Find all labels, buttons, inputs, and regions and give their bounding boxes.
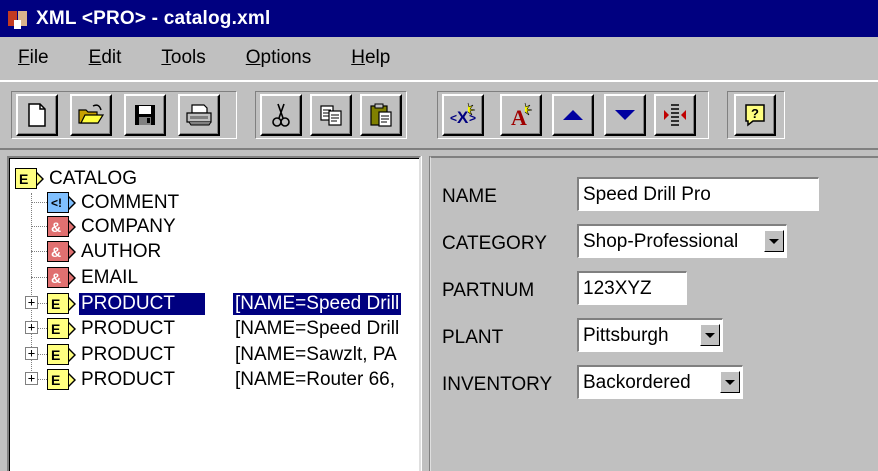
name-field[interactable]: Speed Drill Pro <box>577 177 819 211</box>
new-file-button[interactable] <box>16 94 58 136</box>
svg-text:X: X <box>457 108 469 127</box>
toolbar: < X > A ? <box>0 80 878 150</box>
add-attribute-button[interactable]: A <box>500 94 542 136</box>
tree-node-label: COMMENT <box>81 191 180 213</box>
sort-button[interactable] <box>654 94 696 136</box>
tree-node-label: PRODUCT <box>81 368 175 390</box>
app-icon[interactable] <box>6 6 32 32</box>
tree-node-attributes: [NAME=Router 66, <box>235 368 395 390</box>
tree-node-label: PRODUCT <box>79 292 205 315</box>
paste-icon <box>370 103 392 127</box>
move-up-icon <box>563 110 583 120</box>
tree-node-label: PRODUCT <box>81 343 175 365</box>
entity-icon: & <box>47 241 76 262</box>
attribute-panel: NAME Speed Drill Pro CATEGORY Shop-Profe… <box>430 156 878 471</box>
tree-node-product[interactable]: E PRODUCT [NAME=Sawzlt, PA <box>47 342 419 367</box>
tree-node-label: AUTHOR <box>81 240 162 262</box>
category-select[interactable]: Shop-Professional <box>577 224 787 258</box>
tree-node-attributes: [NAME=Speed Drill <box>233 292 402 315</box>
menu-tools[interactable]: Tools <box>161 47 205 69</box>
move-down-button[interactable] <box>604 94 646 136</box>
svg-text:A: A <box>511 105 527 129</box>
field-label-category: CATEGORY <box>442 233 547 254</box>
chevron-down-icon[interactable] <box>700 324 720 346</box>
tree-node-label: CATALOG <box>49 167 137 189</box>
add-attribute-icon: A <box>511 102 533 129</box>
element-icon: E <box>47 293 76 314</box>
menu-options[interactable]: Options <box>246 47 311 69</box>
tree-node-label: PRODUCT <box>81 317 175 339</box>
print-icon <box>186 104 212 126</box>
save-button[interactable] <box>124 94 166 136</box>
help-icon: ? <box>745 104 765 127</box>
tree-node-company[interactable]: & COMPANY <box>47 214 176 239</box>
field-label-name: NAME <box>442 186 497 207</box>
chevron-down-icon[interactable] <box>720 371 740 393</box>
open-folder-icon <box>78 104 105 124</box>
tree-node-catalog[interactable]: E CATALOG <box>15 166 137 191</box>
expand-toggle[interactable]: + <box>25 296 38 309</box>
add-element-icon: < X > <box>450 102 476 127</box>
tree-node-product[interactable]: E PRODUCT [NAME=Speed Drill <box>47 316 419 341</box>
sort-icon <box>664 104 686 126</box>
save-icon <box>135 105 155 125</box>
plant-select[interactable]: Pittsburgh <box>577 318 723 352</box>
menu-edit[interactable]: Edit <box>89 47 122 69</box>
element-icon: E <box>15 168 44 189</box>
tree-node-author[interactable]: & AUTHOR <box>47 239 161 264</box>
print-button[interactable] <box>178 94 220 136</box>
element-icon: E <box>47 369 76 390</box>
expand-toggle[interactable]: + <box>25 347 38 360</box>
open-button[interactable] <box>70 94 112 136</box>
tree-node-product[interactable]: E PRODUCT [NAME=Speed Drill <box>47 291 419 316</box>
field-label-plant: PLANT <box>442 327 504 348</box>
chevron-down-icon[interactable] <box>764 230 784 252</box>
tree-node-comment[interactable]: <! COMMENT <box>47 190 179 215</box>
title-bar: XML <PRO> - catalog.xml <box>0 0 878 37</box>
expand-toggle[interactable]: + <box>25 372 38 385</box>
tree-node-label: EMAIL <box>81 266 139 288</box>
tree-node-label: COMPANY <box>81 215 176 237</box>
entity-icon: & <box>47 216 76 237</box>
field-label-inventory: INVENTORY <box>442 374 553 395</box>
xml-tree[interactable]: E CATALOG <! COMMENT & COMPANY & AUTHOR … <box>7 156 421 471</box>
expand-toggle[interactable]: + <box>25 321 38 334</box>
svg-text:?: ? <box>751 106 759 121</box>
comment-icon: <! <box>47 192 76 213</box>
tree-node-attributes: [NAME=Speed Drill <box>235 317 400 339</box>
help-button[interactable]: ? <box>734 94 776 136</box>
entity-icon: & <box>47 267 76 288</box>
svg-text:<: < <box>450 111 457 125</box>
new-file-icon <box>28 103 46 127</box>
menu-help[interactable]: Help <box>351 47 390 69</box>
tree-node-attributes: [NAME=Sawzlt, PA <box>235 343 397 365</box>
copy-icon <box>320 105 342 126</box>
element-icon: E <box>47 318 76 339</box>
inventory-select[interactable]: Backordered <box>577 365 743 399</box>
paste-button[interactable] <box>360 94 402 136</box>
tree-node-product[interactable]: E PRODUCT [NAME=Router 66, <box>47 367 419 392</box>
menu-bar: File Edit Tools Options Help <box>0 37 878 78</box>
pane-splitter[interactable] <box>421 156 430 471</box>
move-up-button[interactable] <box>552 94 594 136</box>
partnum-field[interactable]: 123XYZ <box>577 271 687 305</box>
menu-file[interactable]: File <box>18 47 49 69</box>
cut-icon <box>272 103 290 127</box>
tree-node-email[interactable]: & EMAIL <box>47 265 138 290</box>
copy-button[interactable] <box>310 94 352 136</box>
move-down-icon <box>615 110 635 120</box>
cut-button[interactable] <box>260 94 302 136</box>
add-element-button[interactable]: < X > <box>442 94 484 136</box>
field-label-partnum: PARTNUM <box>442 280 535 301</box>
element-icon: E <box>47 344 76 365</box>
window-title: XML <PRO> - catalog.xml <box>36 7 271 29</box>
